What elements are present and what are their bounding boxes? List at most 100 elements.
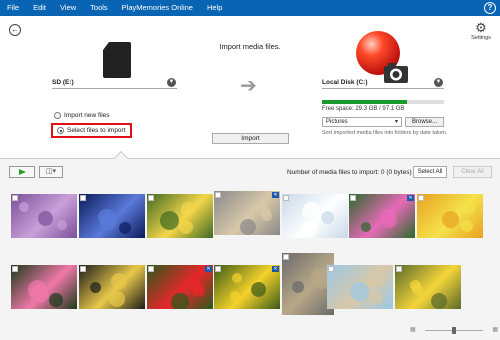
media-thumbnail[interactable] [11, 194, 77, 238]
right-arrow-icon: ➔ [240, 75, 257, 97]
thumbnail-detail [369, 291, 383, 305]
thumbnail-checkbox[interactable] [350, 195, 356, 201]
thumbnail-checkbox[interactable] [215, 266, 221, 272]
import-button[interactable]: Import [212, 133, 289, 144]
thumbnail-detail [292, 281, 304, 293]
disk-usage-bar [322, 100, 444, 104]
thumbnail-checkbox[interactable] [328, 266, 334, 272]
thumbnail-checkbox[interactable] [215, 192, 221, 198]
menu-bar: File Edit View Tools PlayMemories Online… [0, 0, 500, 16]
thumbnail-detail [361, 222, 371, 232]
thumbnail-detail [111, 273, 127, 289]
disk-usage-fill [322, 100, 408, 104]
destination-disk-label: Local Disk (C:) [322, 79, 368, 86]
folder-select[interactable]: Pictures ▼ [322, 117, 402, 127]
thumbnail-detail [28, 280, 47, 299]
thumbnail-detail [300, 220, 318, 238]
thumbnail-detail [38, 211, 53, 226]
grid-small-icon: ▦ [410, 327, 416, 333]
chevron-down-icon: ▼ [167, 78, 176, 87]
thumbnail-detail [109, 291, 125, 307]
view-mode-icon[interactable]: ◫▾ [39, 166, 63, 178]
edit-badge-icon: ✕ [272, 192, 279, 198]
zoom-slider[interactable]: ▦ ▦ [410, 327, 498, 335]
chevron-down-icon: ▼ [394, 119, 399, 125]
thumbnail-detail [98, 209, 115, 226]
thumbnail-detail [190, 280, 203, 293]
thumbnail-checkbox[interactable] [148, 195, 154, 201]
media-browser-panel: ◫▾ Number of media files to import: 0 (0… [0, 159, 500, 340]
edit-badge-icon: ✕ [205, 266, 212, 272]
thumbnail-checkbox[interactable] [148, 266, 154, 272]
menu-edit[interactable]: Edit [26, 0, 53, 16]
media-thumbnail[interactable] [79, 194, 145, 238]
thumbnail-detail [380, 209, 395, 224]
thumbnail-detail [302, 202, 320, 220]
radio-button-selected[interactable] [57, 127, 64, 134]
select-all-button[interactable]: Select All [413, 166, 447, 178]
menu-view[interactable]: View [53, 0, 83, 16]
media-thumbnail[interactable]: ✕ [349, 194, 415, 238]
grid-large-icon: ▦ [492, 327, 498, 333]
thumbnail-detail [251, 282, 266, 297]
thumbnail-checkbox[interactable] [396, 266, 402, 272]
media-thumbnail[interactable]: ✕ [214, 191, 280, 235]
thumbnail-checkbox[interactable] [12, 266, 18, 272]
chevron-down-icon: ▼ [434, 78, 443, 87]
menu-help[interactable]: Help [200, 0, 229, 16]
thumbnail-detail [232, 273, 242, 283]
media-thumbnail[interactable] [147, 194, 213, 238]
gear-icon: ⚙ [475, 20, 487, 35]
free-space-text: Free space: 29.3 GB / 97.1 GB [322, 106, 405, 112]
thumbnail-checkbox[interactable] [283, 195, 289, 201]
browse-button[interactable]: Browse... [405, 117, 444, 127]
thumbnail-checkbox[interactable] [12, 195, 18, 201]
thumbnail-detail [19, 202, 29, 212]
media-thumbnail[interactable] [327, 265, 393, 309]
edit-badge-icon: ✕ [272, 266, 279, 272]
clear-all-button[interactable]: Clear All [453, 166, 492, 178]
thumbnail-detail [171, 293, 189, 309]
thumbnail-checkbox[interactable] [80, 266, 86, 272]
thumbnail-checkbox[interactable] [283, 254, 289, 260]
radio-select-files[interactable]: Select files to import [51, 123, 132, 138]
thumbnail-detail [90, 282, 101, 293]
thumbnail-checkbox[interactable] [80, 195, 86, 201]
zoom-knob[interactable] [452, 327, 456, 334]
media-thumbnail[interactable]: ✕ [147, 265, 213, 309]
thumbnail-detail [49, 293, 63, 307]
destination-disk-select[interactable]: Local Disk (C:) ▼ [322, 77, 444, 89]
thumbnail-detail [119, 222, 131, 234]
thumbnail-detail [410, 280, 421, 291]
thumbnail-detail [259, 206, 270, 217]
thumbnail-detail [321, 211, 334, 224]
media-thumbnail[interactable] [395, 265, 461, 309]
radio-import-new[interactable]: Import new files [54, 112, 110, 119]
menu-tools[interactable]: Tools [83, 0, 115, 16]
thumbnail-detail [431, 293, 447, 309]
media-thumbnail[interactable] [417, 194, 483, 238]
media-thumbnail[interactable] [79, 265, 145, 309]
source-device-select[interactable]: SD (E:) ▼ [52, 77, 177, 89]
thumbnail-detail [461, 220, 473, 232]
menu-playmemories-online[interactable]: PlayMemories Online [115, 0, 200, 16]
media-thumbnail[interactable] [282, 194, 348, 238]
settings-button[interactable]: ⚙ Settings [470, 20, 492, 42]
thumbnail-detail [57, 220, 67, 230]
back-arrow-icon[interactable]: ← [9, 24, 21, 36]
thumbnail-detail [181, 202, 195, 216]
settings-label: Settings [471, 35, 491, 41]
radio-button[interactable] [54, 112, 61, 119]
media-thumbnail[interactable]: ✕ [214, 265, 280, 309]
menu-file[interactable]: File [0, 0, 26, 16]
slideshow-play-button[interactable] [9, 166, 35, 178]
help-icon[interactable]: ? [484, 2, 496, 14]
radio-label: Select files to import [67, 127, 126, 134]
sort-note: Sort imported media files into folders b… [322, 130, 448, 136]
thumbnail-checkbox[interactable] [418, 195, 424, 201]
edit-badge-icon: ✕ [407, 195, 414, 201]
media-thumbnail[interactable] [11, 265, 77, 309]
thumbnail-detail [371, 273, 385, 287]
radio-label: Import new files [64, 112, 110, 119]
thumbnail-detail [442, 211, 459, 228]
